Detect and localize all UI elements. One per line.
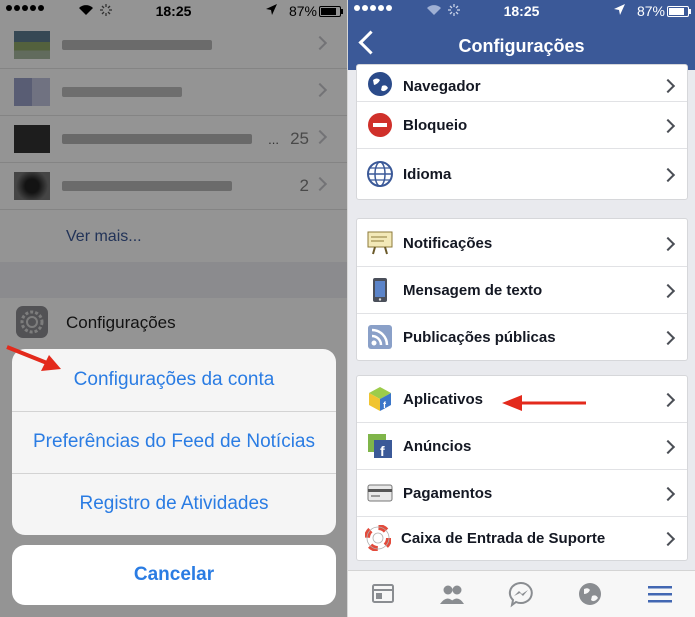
action-sheet: Configurações da conta Preferências do F… — [12, 349, 336, 535]
settings-row-label: Notificações — [403, 235, 493, 252]
settings-row-label: Navegador — [403, 78, 481, 95]
settings-row-label: Publicações públicas — [403, 329, 556, 346]
chevron-right-icon — [660, 167, 676, 183]
friends-icon[interactable] — [437, 579, 467, 609]
settings-row-payments[interactable]: Pagamentos — [357, 470, 687, 517]
settings-row-label: Pagamentos — [403, 485, 493, 502]
settings-row-label: Bloqueio — [403, 117, 468, 134]
apps-cube-icon: f — [369, 387, 391, 411]
settings-row-label: Aplicativos — [403, 391, 484, 408]
activity-log-button[interactable]: Registro de Atividades — [12, 473, 336, 535]
battery-icon — [667, 6, 691, 17]
location-icon — [614, 4, 625, 15]
chevron-right-icon — [660, 531, 676, 547]
settings-row-blocking[interactable]: Bloqueio — [357, 102, 687, 149]
chevron-right-icon — [660, 330, 676, 346]
settings-group-notifications: Notificações Mensagem de texto Publicaçõ… — [356, 218, 688, 361]
chevron-right-icon — [660, 439, 676, 455]
language-globe-icon — [367, 161, 393, 187]
lifebuoy-icon — [365, 525, 391, 551]
credit-card-icon — [367, 484, 393, 502]
settings-row-notifications[interactable]: Notificações — [357, 219, 687, 267]
settings-row-label: Caixa de Entrada de Suporte — [401, 530, 606, 547]
settings-row-label: Anúncios — [403, 438, 472, 455]
settings-row-text-message[interactable]: Mensagem de texto — [357, 267, 687, 314]
globe-icon[interactable] — [575, 579, 605, 609]
settings-row-language[interactable]: Idioma — [357, 149, 687, 199]
settings-row-support-inbox[interactable]: Caixa de Entrada de Suporte — [357, 517, 687, 560]
news-feed-preferences-button[interactable]: Preferências do Feed de Notícias — [12, 411, 336, 474]
menu-icon[interactable] — [645, 579, 675, 609]
ads-icon: f — [368, 434, 392, 459]
page-title: Configurações — [458, 36, 585, 56]
chevron-right-icon — [660, 78, 676, 94]
red-arrow-annotation — [6, 345, 61, 371]
rss-feed-icon — [368, 325, 392, 349]
chevron-right-icon — [660, 486, 676, 502]
settings-row-label: Mensagem de texto — [403, 282, 543, 299]
globe-icon — [368, 72, 392, 96]
chevron-right-icon — [660, 283, 676, 299]
left-screen: 18:25 87% ... 25 2 Ver mais... Configura… — [0, 0, 347, 617]
phone-icon — [373, 278, 387, 302]
battery-percent: 87% — [636, 3, 665, 19]
chevron-right-icon — [660, 118, 676, 134]
notifications-board-icon — [367, 231, 393, 255]
status-bar: 18:25 87% — [348, 0, 695, 22]
cancel-button[interactable]: Cancelar — [12, 545, 336, 605]
messenger-icon[interactable] — [506, 579, 536, 609]
tab-bar — [348, 570, 695, 617]
svg-text:f: f — [380, 443, 385, 459]
settings-row-ads[interactable]: f Anúncios — [357, 423, 687, 470]
news-feed-icon[interactable] — [368, 579, 398, 609]
navigation-bar: 18:25 87% Configurações — [348, 0, 695, 70]
chevron-right-icon — [660, 236, 676, 252]
red-arrow-annotation — [502, 395, 586, 411]
settings-group-privacy: Navegador Bloqueio Idioma — [356, 64, 688, 200]
right-screen: 18:25 87% Configurações Navegador Bloque… — [348, 0, 695, 617]
settings-row-public-posts[interactable]: Publicações públicas — [357, 314, 687, 360]
block-icon — [368, 113, 392, 137]
settings-row-browser[interactable]: Navegador — [357, 65, 687, 102]
settings-row-label: Idioma — [403, 166, 452, 183]
chevron-right-icon — [660, 392, 676, 408]
